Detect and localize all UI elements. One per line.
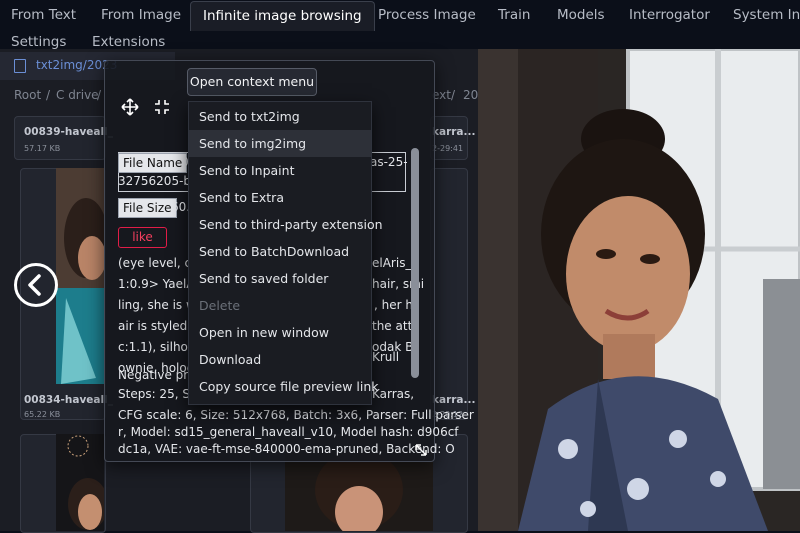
prompt-line-right: the atti [372, 319, 416, 333]
menu-item-download[interactable]: Download [189, 346, 371, 373]
breadcrumb-drive[interactable]: C drive [56, 88, 99, 102]
prev-image-button[interactable] [14, 263, 58, 307]
card-title: karra... [432, 126, 476, 138]
tab-infinite-image-browsing[interactable]: Infinite image browsing [190, 1, 375, 32]
tab-settings[interactable]: Settings [11, 31, 66, 50]
tab-models[interactable]: Models [557, 0, 605, 31]
tab-train[interactable]: Train [498, 0, 530, 31]
card-thumbnail[interactable] [285, 450, 433, 531]
tab-from-image[interactable]: From Image [101, 0, 181, 31]
context-menu: Send to txt2img Send to img2img Send to … [188, 101, 383, 405]
card-thumbnail[interactable] [56, 434, 104, 531]
arrow-left-circle-icon [28, 274, 41, 296]
card-size: 2-29:41 [432, 144, 464, 153]
menu-item-send-to-saved-folder[interactable]: Send to saved folder [189, 265, 371, 292]
card-size: 57.17 KB [24, 144, 61, 153]
tab-from-text[interactable]: From Text [11, 0, 76, 31]
menu-item-send-to-img2img[interactable]: Send to img2img [189, 130, 371, 157]
tab-extensions[interactable]: Extensions [92, 31, 165, 50]
params-line: CFG scale: 6, Size: 512x768, Batch: 3x6,… [118, 408, 474, 422]
breadcrumb-sep: / [451, 88, 456, 102]
image-card[interactable] [14, 116, 106, 160]
card-title: 00834-haveall_ [24, 394, 113, 406]
file-name-value-right: as-25- [370, 155, 408, 169]
tab-interrogator[interactable]: Interrogator [629, 0, 710, 31]
file-size-label: File Size [118, 198, 177, 218]
open-context-menu-button[interactable]: Open context menu [187, 68, 317, 96]
move-icon[interactable] [121, 98, 139, 121]
menu-item-open-new-window[interactable]: Open in new window [189, 319, 371, 346]
menu-item-send-to-inpaint[interactable]: Send to Inpaint [189, 157, 371, 184]
breadcrumb-root[interactable]: Root [14, 88, 41, 102]
file-name-value-line2: 32756205-b2 [118, 174, 199, 188]
chevron-right-icon: › [358, 217, 363, 231]
fullscreen-icon[interactable] [153, 98, 171, 121]
resize-handle-icon[interactable] [414, 441, 428, 462]
info-scrollbar[interactable] [411, 148, 419, 378]
prompt-line-right: Krull [372, 350, 400, 364]
card-thumbnail[interactable] [56, 168, 104, 384]
tab-system-info[interactable]: System Inf [733, 0, 800, 31]
card-size: 65.22 KB [24, 410, 61, 419]
image-card[interactable] [430, 168, 468, 420]
menu-item-send-to-extra[interactable]: Send to Extra [189, 184, 371, 211]
prompt-line-right: , her h [374, 298, 413, 312]
params-line: r, Model: sd15_general_haveall_v10, Mode… [118, 425, 459, 439]
breadcrumb-sep: / [46, 88, 51, 102]
file-name-label: File Name [118, 153, 188, 173]
tab-process-image[interactable]: Process Image [378, 0, 476, 31]
preview-image[interactable] [478, 49, 800, 531]
like-button[interactable]: like [118, 227, 167, 248]
menu-item-label: Send to third-party extension [199, 217, 383, 232]
card-title: 00839-haveall_ [24, 126, 113, 138]
breadcrumb-sep: / [97, 88, 102, 102]
menu-item-delete: Delete [199, 298, 241, 313]
card-title: karra... [432, 394, 476, 406]
menu-item-copy-preview-link[interactable]: Copy source file preview link [189, 373, 379, 400]
params-line: dc1a, VAE: vae-ft-mse-840000-ema-pruned,… [118, 442, 455, 456]
file-icon [14, 59, 26, 73]
menu-item-send-to-batchdownload[interactable]: Send to BatchDownload [189, 238, 371, 265]
menu-item-send-to-third-party[interactable]: Send to third-party extension › [189, 211, 383, 238]
image-card[interactable] [430, 116, 468, 160]
menu-item-send-to-txt2img[interactable]: Send to txt2img [189, 103, 371, 130]
